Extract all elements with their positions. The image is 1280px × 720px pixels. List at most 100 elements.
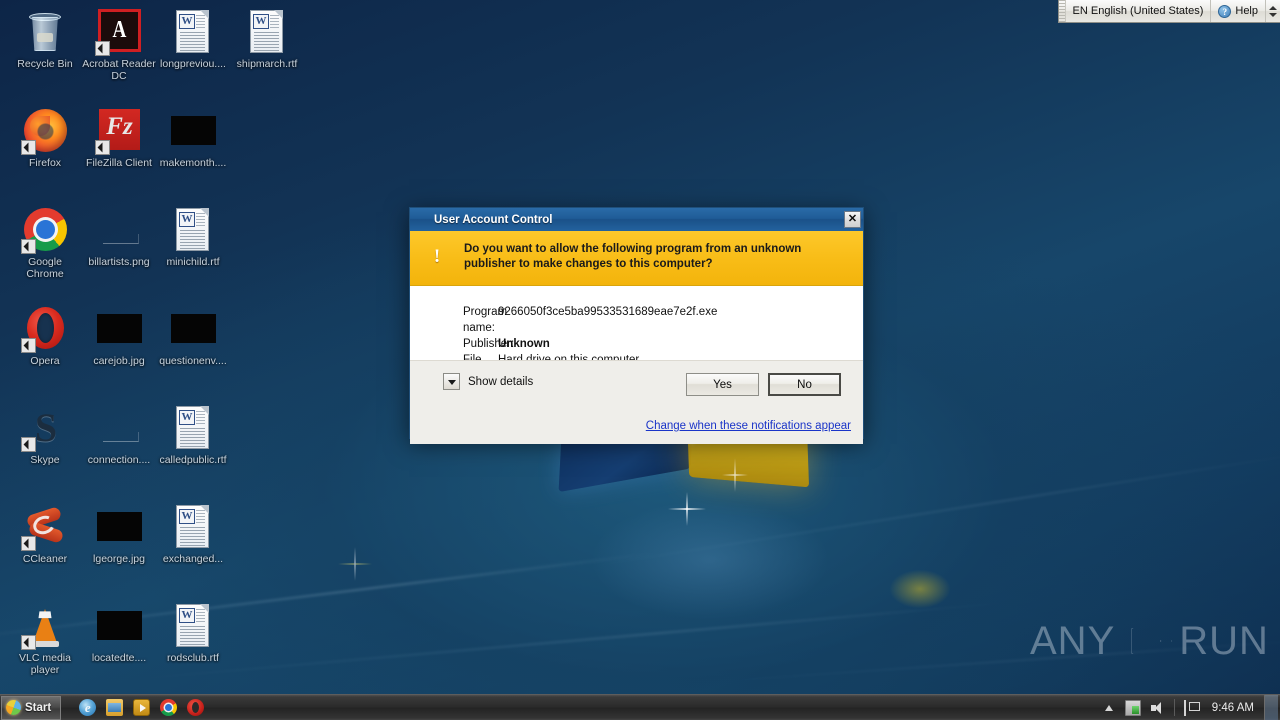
desktop-icon-glyph [95,206,143,254]
chevron-down-icon[interactable] [443,373,460,390]
uac-field-row: Publisher: Unknown [410,336,863,352]
uac-titlebar[interactable]: User Account Control ✕ [410,208,863,231]
opera-icon[interactable] [187,699,205,716]
warning-shield-icon: ! [433,246,441,267]
action-center-flag-icon[interactable] [1183,699,1200,716]
uac-title: User Account Control [434,213,553,226]
volume-icon[interactable] [1149,700,1165,716]
uac-footer: Show details Yes No Change when these no… [410,360,863,444]
shortcut-arrow-icon [95,41,110,56]
quick-launch-bar[interactable] [79,699,205,716]
language-bar[interactable]: EN English (United States) ? Help [1057,0,1280,23]
desktop-icon[interactable]: connection.... [82,404,156,467]
desktop-icon[interactable]: S Skype [8,404,82,467]
uac-banner: ! Do you want to allow the following pro… [410,231,863,286]
desktop-icon-glyph: W [169,404,217,452]
shortcut-arrow-icon [21,338,36,353]
desktop-icon-label: Google Chrome [26,256,64,280]
desktop-icon[interactable]: Wrodsclub.rtf [156,602,230,665]
windows-media-player-icon[interactable] [133,699,151,716]
user-account-control-dialog[interactable]: User Account Control ✕ ! Do you want to … [409,207,864,444]
desktop-icon[interactable]: Opera [8,305,82,368]
windows-explorer-icon[interactable] [106,699,124,716]
internet-explorer-icon[interactable] [79,699,97,716]
langbar-help-button[interactable]: ? Help [1211,0,1266,22]
taskbar[interactable]: Start 9:46 AM [0,694,1280,720]
desktop-icon-glyph [21,8,69,56]
uac-field-key: Publisher: [463,338,515,350]
desktop-icon[interactable]: makemonth.... [156,107,230,170]
desktop-icon-label: Firefox [28,157,62,169]
desktop-icon[interactable]: VLC media player [8,602,82,676]
image-thumbnail-icon [171,314,216,343]
desktop-icon-glyph: S [21,404,69,452]
langbar-grip[interactable] [1058,0,1066,22]
desktop-icon-label: carejob.jpg [93,355,145,367]
desktop-icon-glyph [21,305,69,353]
question-circle-icon: ? [1218,4,1232,18]
desktop-icon[interactable]: Wshipmarch.rtf [230,8,304,71]
langbar-help-label: Help [1235,5,1258,17]
system-tray[interactable]: 9:46 AM [1097,694,1280,720]
start-label: Start [25,701,52,714]
updown-arrows-icon[interactable] [1266,0,1280,22]
show-details-button[interactable]: Show details [443,373,533,390]
desktop-icon[interactable]: CCleaner [8,503,82,566]
wallpaper-streak [700,638,1280,684]
desktop-icon-glyph: W [169,206,217,254]
desktop-icon[interactable]: A Acrobat Reader DC [82,8,156,82]
watermark-left-text: ANY [1030,618,1116,663]
image-thumbnail-icon [171,116,216,145]
desktop-icon[interactable]: questionenv.... [156,305,230,368]
uac-details: Program name: 9266050f3ce5ba99533531689e… [410,286,863,382]
shortcut-arrow-icon [95,140,110,155]
uac-shield-icon [414,212,429,227]
no-button[interactable]: No [768,373,841,396]
network-icon[interactable] [1124,699,1141,716]
desktop-icon[interactable]: Recycle Bin [8,8,82,71]
desktop-icon-glyph [95,602,143,650]
taskbar-clock[interactable]: 9:46 AM [1204,702,1262,714]
watermark-right-text: RUN [1179,618,1269,663]
desktop-icon-glyph [21,602,69,650]
desktop-icon[interactable]: lgeorge.jpg [82,503,156,566]
wallpaper-sparkle [338,547,372,581]
desktop-icon[interactable]: billartists.png [82,206,156,269]
show-desktop-button[interactable] [1264,694,1278,720]
desktop-icon[interactable]: Wlongpreviou.... [156,8,230,71]
uac-banner-text: Do you want to allow the following progr… [464,243,802,270]
desktop-icon-glyph [169,107,217,155]
desktop-icon-glyph [21,206,69,254]
uac-field-value: Unknown [498,338,550,350]
word-document-icon: W [176,208,209,251]
desktop-icon-label: calledpublic.rtf [159,454,227,466]
desktop-icon[interactable]: Google Chrome [8,206,82,280]
desktop[interactable]: Recycle Bin A Acrobat Reader DC Wlongprevio… [0,0,1280,720]
desktop-icon-label: FileZilla Client [86,157,152,169]
show-hidden-icons-arrow-icon[interactable] [1101,700,1117,716]
desktop-icon[interactable]: Wminichild.rtf [156,206,230,269]
change-notifications-link[interactable]: Change when these notifications appear [646,420,851,432]
word-document-icon: W [176,505,209,548]
desktop-icon-glyph [21,107,69,155]
desktop-icon[interactable]: carejob.jpg [82,305,156,368]
language-indicator[interactable]: EN English (United States) [1066,0,1212,22]
desktop-icon[interactable]: Firefox [8,107,82,170]
desktop-icon[interactable]: Wcalledpublic.rtf [156,404,230,467]
desktop-icon[interactable]: Fz FileZilla Client [82,107,156,170]
google-chrome-icon[interactable] [160,699,178,716]
close-icon[interactable]: ✕ [844,211,861,228]
desktop-icon-label: minichild.rtf [166,256,220,268]
desktop-icon[interactable]: Wexchanged... [156,503,230,566]
uac-button-group[interactable]: Yes No [686,373,841,396]
desktop-icon-glyph [95,503,143,551]
desktop-icon-label: billartists.png [88,256,150,268]
yes-button[interactable]: Yes [686,373,759,396]
desktop-icon-label: rodsclub.rtf [167,652,219,664]
image-thumbnail-icon [97,611,142,640]
desktop-icon-label: locatedte.... [91,652,147,664]
start-button[interactable]: Start [1,695,62,720]
desktop-icon-label: questionenv.... [159,355,227,367]
desktop-icon-label: Recycle Bin [17,58,73,70]
desktop-icon[interactable]: locatedte.... [82,602,156,665]
